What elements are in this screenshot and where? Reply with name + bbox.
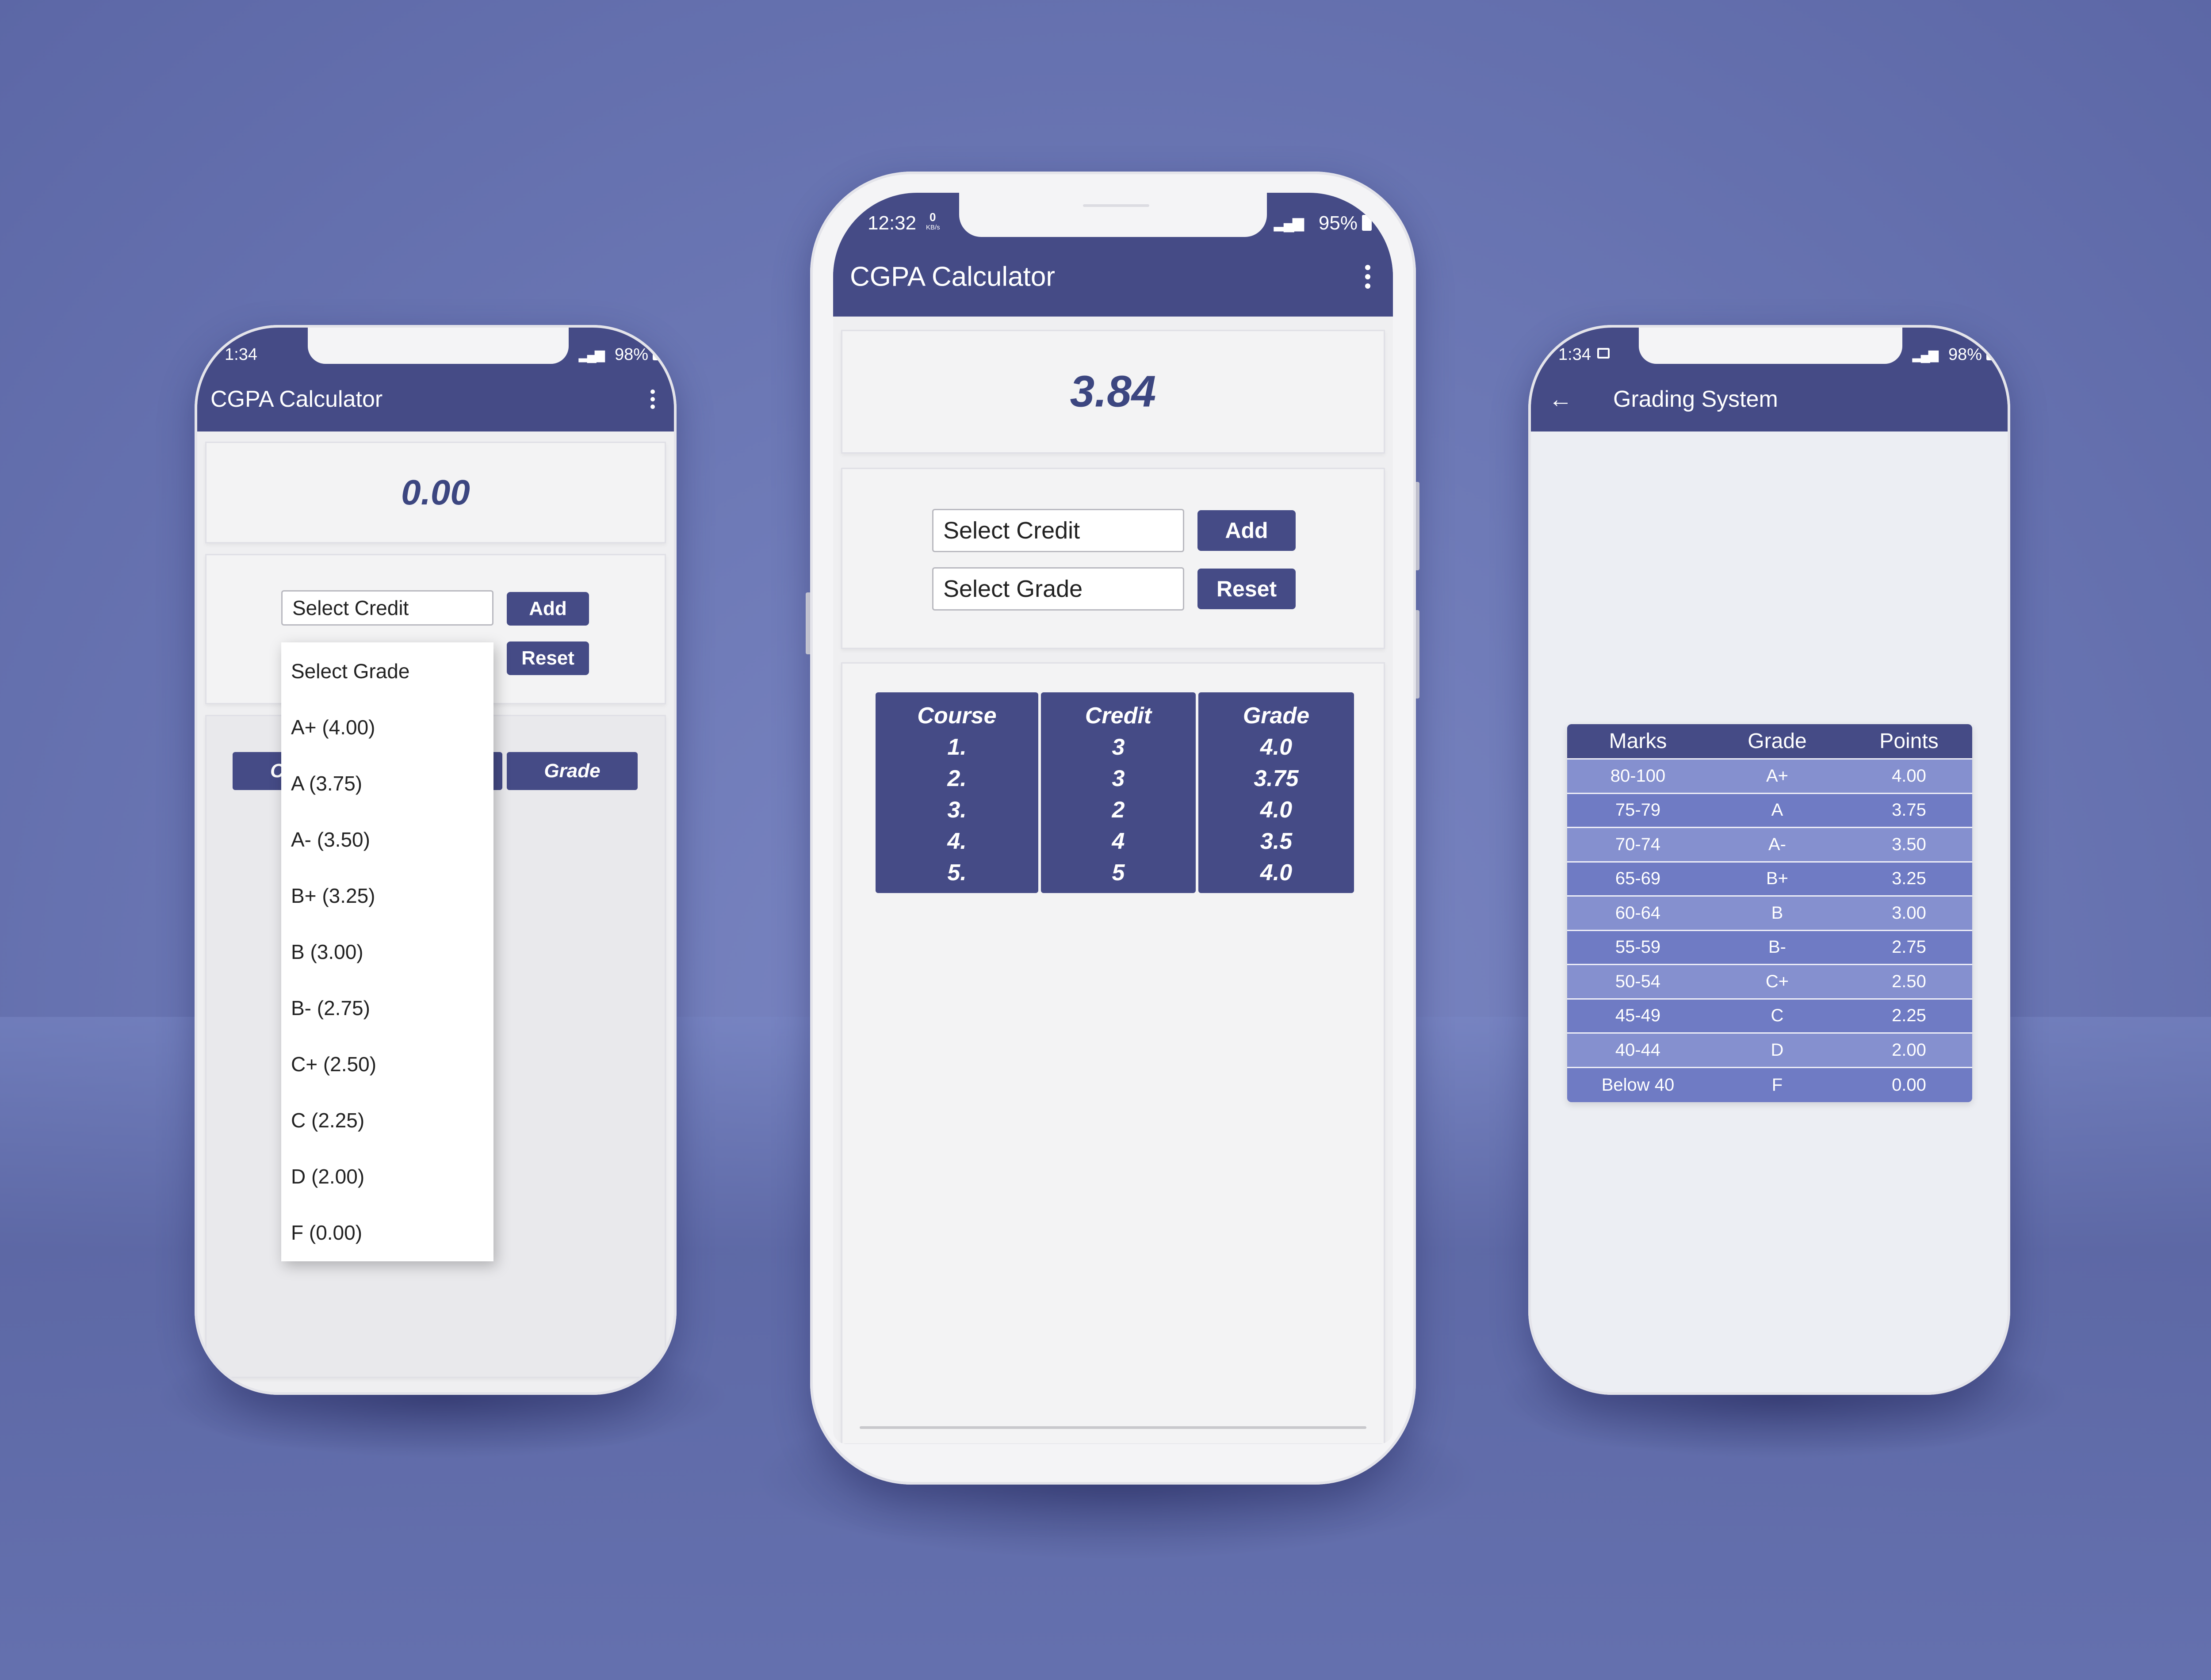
- credit-cell: 2: [1112, 797, 1125, 823]
- status-time: 1:34: [1558, 345, 1591, 364]
- table-row: 80-100 A+ 4.00: [1567, 760, 1972, 794]
- dropdown-option[interactable]: B (3.00): [291, 940, 363, 964]
- table-row: 65-69 B+ 3.25: [1567, 862, 1972, 897]
- dropdown-option[interactable]: A+ (4.00): [291, 715, 375, 739]
- column-header-course: Course: [917, 703, 997, 729]
- grading-table: Marks Grade Points 80-100 A+ 4.00 75-79 …: [1567, 724, 1972, 1102]
- credit-select[interactable]: Select Credit: [281, 590, 493, 626]
- app-bar: CGPA Calculator: [197, 367, 674, 431]
- app-bar: ← Grading System: [1531, 367, 2008, 431]
- dropdown-option[interactable]: Select Grade: [291, 659, 409, 683]
- reset-button[interactable]: Reset: [507, 641, 589, 675]
- dropdown-option[interactable]: C (2.25): [291, 1108, 364, 1132]
- credit-column: Credit 3 3 2 4 5: [1041, 692, 1196, 893]
- table-row: 55-59 B- 2.75: [1567, 931, 1972, 965]
- app-title: CGPA Calculator: [210, 386, 383, 412]
- grade-cell: 4.0: [1260, 860, 1293, 886]
- header-marks: Marks: [1609, 729, 1667, 753]
- credit-cell: 3: [1112, 734, 1125, 760]
- credit-cell: 3: [1112, 766, 1125, 791]
- status-battery: 98%: [614, 345, 648, 364]
- notch: [1639, 328, 1902, 364]
- course-cell: 3.: [947, 797, 967, 823]
- grade-cell: 4.0: [1260, 734, 1293, 760]
- right-phone: 1:34 ▂▄▆ 98% ← Grading System Marks Grad…: [1528, 325, 2010, 1395]
- add-button[interactable]: Add: [1197, 510, 1296, 551]
- image-icon: [1597, 348, 1610, 359]
- page-title: Grading System: [1613, 386, 1778, 412]
- signal-icon: ▂▄▆: [1912, 347, 1939, 362]
- dropdown-option[interactable]: A (3.75): [291, 771, 362, 795]
- header-points: Points: [1879, 729, 1939, 753]
- speaker-grille: [1083, 204, 1149, 207]
- result-card: 0.00: [205, 442, 666, 543]
- add-button[interactable]: Add: [507, 592, 589, 626]
- grade-column: Grade 4.0 3.75 4.0 3.5 4.0: [1198, 692, 1354, 893]
- grade-dropdown-list: Select Grade A+ (4.00) A (3.75) A- (3.50…: [281, 642, 493, 1261]
- status-net-speed: 0: [930, 210, 936, 224]
- notch: [959, 193, 1267, 237]
- dropdown-option[interactable]: A- (3.50): [291, 828, 370, 851]
- center-phone: 12:32 0 KB/s ▂▄▆ 95% CGPA Calculator 3.8…: [810, 172, 1416, 1485]
- dropdown-option[interactable]: D (2.00): [291, 1165, 364, 1188]
- status-time: 12:32: [868, 212, 917, 234]
- reset-button[interactable]: Reset: [1197, 569, 1296, 609]
- right-phone-screen: 1:34 ▂▄▆ 98% ← Grading System Marks Grad…: [1531, 328, 2008, 1392]
- table-row: 45-49 C 2.25: [1567, 999, 1972, 1034]
- status-battery: 95%: [1318, 212, 1358, 234]
- table-row: 50-54 C+ 2.50: [1567, 965, 1972, 1000]
- more-vert-icon[interactable]: [1364, 265, 1372, 289]
- more-vert-icon[interactable]: [649, 389, 656, 409]
- dropdown-option[interactable]: B- (2.75): [291, 996, 370, 1020]
- cgpa-result: 3.84: [1070, 367, 1156, 416]
- dropdown-option[interactable]: F (0.00): [291, 1221, 362, 1245]
- signal-icon: ▂▄▆: [578, 347, 605, 362]
- table-row: 40-44 D 2.00: [1567, 1034, 1972, 1068]
- grade-cell: 3.5: [1260, 829, 1293, 854]
- course-cell: 4.: [947, 829, 967, 854]
- battery-icon: [1362, 215, 1372, 231]
- column-header-credit: Credit: [1085, 703, 1152, 729]
- center-phone-screen: 12:32 0 KB/s ▂▄▆ 95% CGPA Calculator 3.8…: [833, 193, 1393, 1444]
- app-title: CGPA Calculator: [850, 261, 1056, 292]
- status-time: 1:34: [225, 345, 257, 364]
- dropdown-option[interactable]: B+ (3.25): [291, 884, 375, 908]
- table-row: 60-64 B 3.00: [1567, 897, 1972, 931]
- course-cell: 1.: [947, 734, 967, 760]
- battery-icon: [1986, 347, 1994, 360]
- battery-icon: [653, 347, 661, 360]
- signal-icon: ▂▄▆: [1274, 214, 1304, 231]
- arrow-back-icon[interactable]: ←: [1549, 387, 1572, 411]
- grade-cell: 4.0: [1260, 797, 1293, 823]
- credit-cell: 4: [1112, 829, 1125, 854]
- header-grade: Grade: [1748, 729, 1807, 753]
- left-phone: 1:34 ▂▄▆ 98% CGPA Calculator 0.00 Select…: [195, 325, 677, 1395]
- result-card: 3.84: [841, 330, 1385, 454]
- course-cell: 5.: [947, 860, 967, 886]
- input-card: [841, 468, 1385, 649]
- course-cell: 2.: [947, 766, 967, 791]
- bottom-edge: [860, 1426, 1366, 1429]
- grading-table-header: Marks Grade Points: [1567, 724, 1972, 760]
- grade-select[interactable]: Select Grade: [932, 567, 1184, 611]
- left-phone-screen: 1:34 ▂▄▆ 98% CGPA Calculator 0.00 Select…: [197, 328, 674, 1392]
- credit-select[interactable]: Select Credit: [932, 509, 1184, 552]
- table-row: 75-79 A 3.75: [1567, 794, 1972, 828]
- course-column: Course 1. 2. 3. 4. 5.: [876, 692, 1038, 893]
- grade-cell: 3.75: [1254, 766, 1299, 791]
- cgpa-result: 0.00: [401, 473, 470, 512]
- table-header-grade: Grade: [507, 752, 638, 790]
- column-header-grade: Grade: [1243, 703, 1310, 729]
- status-battery: 98%: [1948, 345, 1982, 364]
- table-row: 70-74 A- 3.50: [1567, 828, 1972, 863]
- credit-cell: 5: [1112, 860, 1125, 886]
- status-net-unit: KB/s: [926, 224, 940, 231]
- dropdown-option[interactable]: C+ (2.50): [291, 1052, 376, 1076]
- app-bar: CGPA Calculator: [833, 237, 1393, 317]
- table-row: Below 40 F 0.00: [1567, 1068, 1972, 1102]
- notch: [308, 328, 569, 364]
